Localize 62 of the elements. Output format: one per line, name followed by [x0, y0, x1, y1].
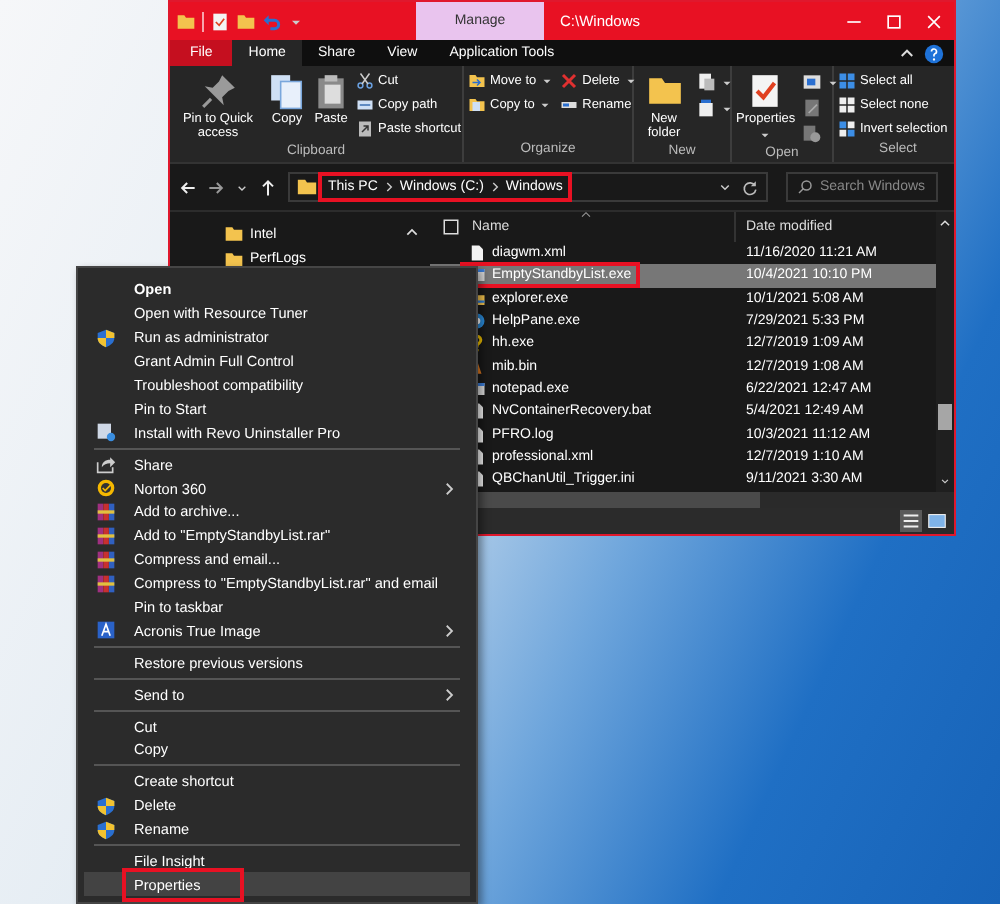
shield-icon [96, 327, 116, 348]
folder-icon [224, 224, 244, 245]
sort-caret-icon [578, 206, 594, 222]
caret-icon [758, 128, 773, 143]
uninstaller-icon [96, 422, 116, 443]
details-view-icon[interactable] [900, 510, 922, 532]
select-none-icon [838, 96, 856, 114]
ribbon-button[interactable] [694, 96, 736, 120]
share-icon [96, 454, 116, 475]
shield-icon [96, 795, 116, 816]
search-icon [796, 178, 814, 196]
folder-icon [296, 176, 318, 198]
chevron-icon [381, 180, 396, 194]
shield-icon [96, 819, 116, 840]
up-arrow-icon[interactable] [258, 177, 278, 197]
document-icon [468, 244, 486, 263]
close-icon[interactable] [924, 11, 944, 31]
caret-icon [623, 74, 638, 88]
folder-icon[interactable] [236, 11, 256, 31]
maximize-icon[interactable] [884, 11, 904, 31]
pin-icon [199, 72, 237, 110]
refresh-icon[interactable] [740, 177, 760, 197]
antivirus-icon [96, 478, 116, 499]
shortcut-icon [356, 120, 374, 138]
scroll-up-icon[interactable] [404, 224, 420, 240]
copy-icon [268, 72, 306, 110]
select-all-icon [838, 72, 856, 90]
letter-a-icon [96, 620, 116, 641]
copy-folder-icon [468, 96, 486, 114]
scissors-icon [356, 72, 374, 90]
new-item-icon [696, 72, 716, 92]
path-icon [356, 96, 374, 114]
back-icon[interactable] [178, 177, 198, 197]
collapse-ribbon-icon[interactable] [898, 44, 916, 62]
ribbon-button[interactable] [799, 70, 842, 94]
folder-icon[interactable] [176, 11, 196, 31]
folder-icon [224, 249, 244, 270]
rename-icon [560, 96, 579, 114]
vertical-scrollbar[interactable] [936, 212, 954, 492]
archive-icon [96, 573, 116, 594]
clipboard-icon [312, 72, 350, 110]
easy-access-icon [696, 98, 716, 118]
large-icons-view-icon[interactable] [926, 510, 948, 532]
edit-icon [801, 98, 822, 118]
open-icon [801, 72, 822, 92]
ribbon-button[interactable] [694, 70, 736, 94]
scroll-up-icon [938, 216, 952, 230]
scrollbar-thumb[interactable] [938, 404, 952, 430]
archive-icon [96, 525, 116, 546]
archive-icon [96, 549, 116, 570]
chevron-icon [487, 180, 502, 194]
help-icon[interactable] [924, 43, 944, 63]
history-icon [801, 124, 822, 144]
archive-icon [96, 501, 116, 522]
checkbox-icon[interactable] [442, 218, 460, 236]
folder-icon [645, 72, 683, 110]
properties-icon[interactable] [210, 11, 230, 31]
delete-icon [560, 72, 579, 90]
move-folder-icon [468, 72, 486, 90]
forward-icon[interactable] [206, 177, 226, 197]
invert-selection-icon [838, 120, 856, 138]
scroll-down-icon [938, 474, 952, 488]
